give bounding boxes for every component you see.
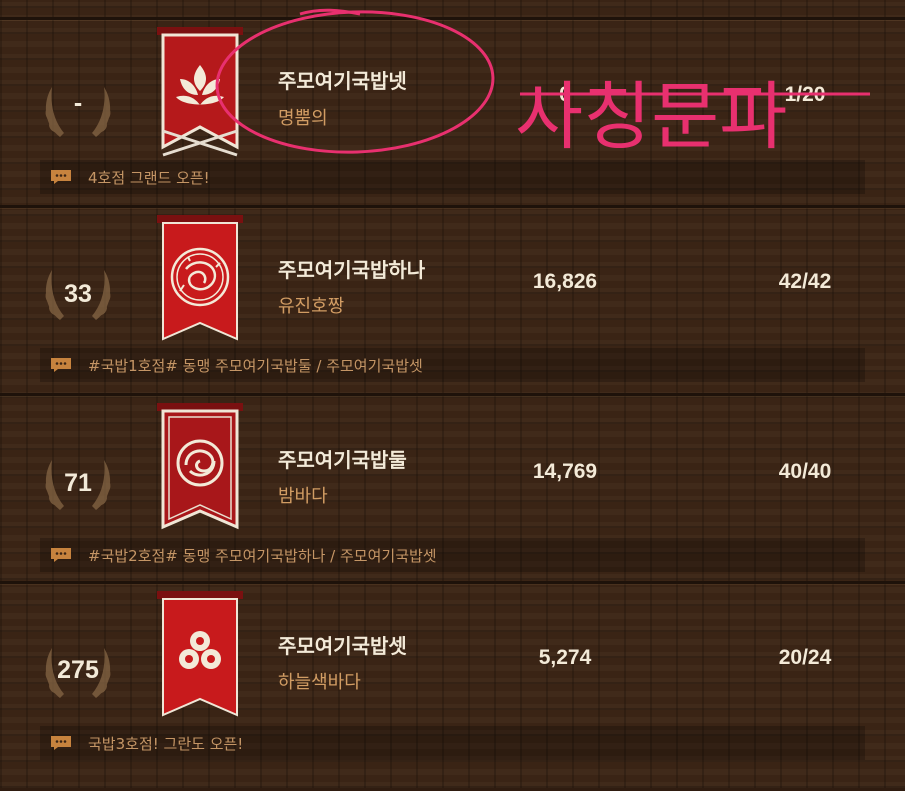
guild-name: 주모여기국밥셋: [278, 634, 407, 658]
guild-row[interactable]: 71 주모여기국밥둘 밤바다 14,769 40/40 #국밥2호점# 동맹 주…: [0, 393, 905, 584]
guild-leader: 밤바다: [278, 486, 328, 507]
chat-bubble-icon: [51, 736, 71, 750]
chat-bubble-icon: [51, 358, 71, 372]
notice-text: #국밥2호점# 동맹 주모여기국밥하나 / 주모여기국밥셋: [88, 547, 437, 565]
notice-text: 4호점 그랜드 오픈!: [88, 169, 210, 187]
guild-leader: 유진호짱: [278, 296, 345, 317]
guild-score: 0: [559, 83, 571, 106]
guild-name: 주모여기국밥둘: [278, 448, 407, 472]
notice-text: #국밥1호점# 동맹 주모여기국밥둘 / 주모여기국밥셋: [88, 357, 423, 375]
guild-members: 42/42: [778, 270, 832, 293]
dragon-emblem-icon: [157, 215, 243, 341]
guild-score: 16,826: [532, 270, 598, 293]
chat-bubble-icon: [51, 548, 71, 562]
guild-notice: #국밥1호점# 동맹 주모여기국밥둘 / 주모여기국밥셋: [40, 348, 865, 382]
guild-members: 1/20: [784, 83, 826, 106]
guild-score: 5,274: [538, 646, 592, 669]
guild-members: 20/24: [778, 646, 832, 669]
lotus-emblem-icon: [157, 27, 243, 157]
guild-rank: 33: [64, 280, 92, 308]
guild-row[interactable]: - 주모여기국밥넷 명뿜의 0 1/20 4호점 그랜드 오픈!: [0, 17, 905, 208]
swirl-emblem-icon: [157, 403, 243, 530]
notice-text: 국밥3호점! 그란도 오픈!: [88, 735, 244, 753]
guild-row[interactable]: 275 주모여기국밥셋 하늘색바다 5,274 20/24 국밥3호점! 그란도…: [0, 581, 905, 791]
guild-notice: 국밥3호점! 그란도 오픈!: [40, 726, 865, 760]
guild-leader: 명뿜의: [278, 108, 328, 129]
triple-circle-emblem-icon: [157, 591, 243, 717]
guild-name: 주모여기국밥하나: [278, 258, 426, 282]
guild-rank: -: [73, 89, 83, 117]
guild-notice: #국밥2호점# 동맹 주모여기국밥하나 / 주모여기국밥셋: [40, 538, 865, 572]
guild-leader: 하늘색바다: [278, 672, 361, 693]
guild-name: 주모여기국밥넷: [278, 69, 407, 93]
guild-row[interactable]: 33 주모여기국밥하나 유진호짱 16,826 42/42 #국밥1호점# 동맹…: [0, 205, 905, 396]
guild-rank: 71: [64, 469, 92, 497]
guild-rank: 275: [57, 656, 99, 684]
chat-bubble-icon: [51, 170, 71, 184]
guild-notice: 4호점 그랜드 오픈!: [40, 160, 865, 194]
guild-score: 14,769: [532, 460, 598, 483]
guild-members: 40/40: [778, 460, 832, 483]
